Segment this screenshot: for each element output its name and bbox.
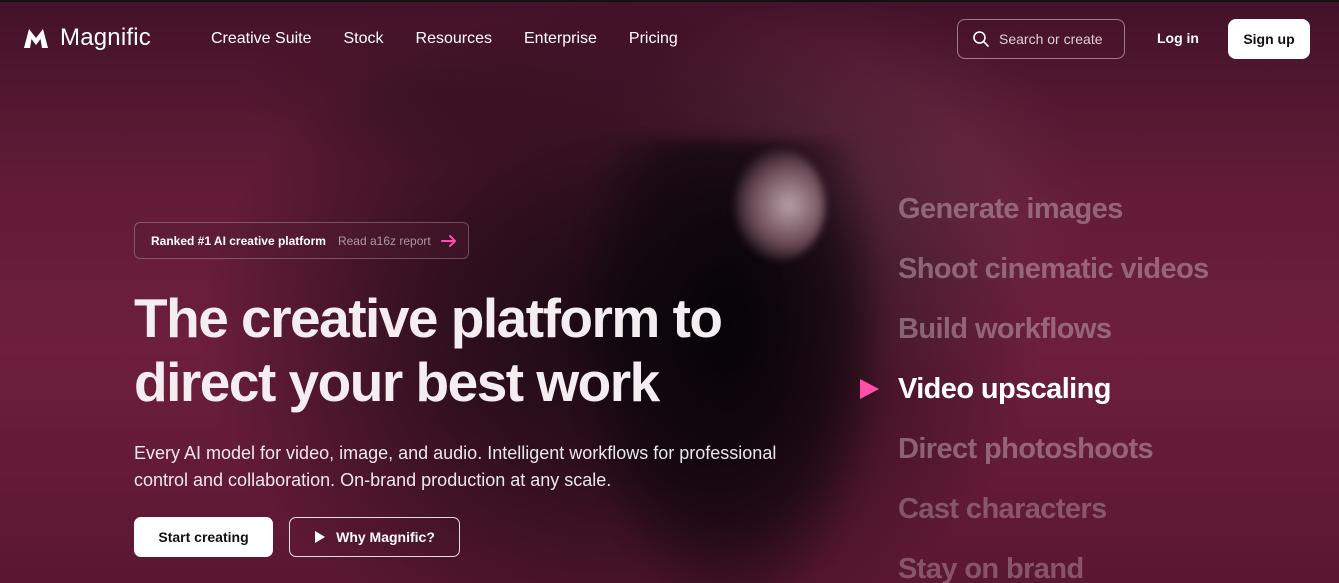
signup-button[interactable]: Sign up <box>1228 19 1310 59</box>
subtext-line-2: control and collaboration. On-brand prod… <box>134 470 612 490</box>
feature-item-build-workflows[interactable]: Build workflows <box>898 310 1318 370</box>
headline-line-2: direct your best work <box>134 351 660 413</box>
start-creating-button[interactable]: Start creating <box>134 517 273 557</box>
nav-link-enterprise[interactable]: Enterprise <box>524 30 597 48</box>
feature-item-stay-on-brand[interactable]: Stay on brand <box>898 550 1318 583</box>
play-triangle-icon <box>860 379 879 399</box>
badge-report-link[interactable]: Read a16z report <box>338 234 431 248</box>
hero-subtext: Every AI model for video, image, and aud… <box>134 440 814 494</box>
top-navigation: Magnific Creative Suite Stock Resources … <box>0 2 1339 76</box>
feature-list: Generate images Shoot cinematic videos B… <box>898 190 1318 583</box>
ranking-badge[interactable]: Ranked #1 AI creative platform Read a16z… <box>134 222 469 259</box>
feature-item-cast-characters[interactable]: Cast characters <box>898 490 1318 550</box>
feature-item-direct-photoshoots[interactable]: Direct photoshoots <box>898 430 1318 490</box>
search-icon <box>973 31 989 47</box>
subtext-line-1: Every AI model for video, image, and aud… <box>134 443 777 463</box>
feature-item-shoot-cinematic-videos[interactable]: Shoot cinematic videos <box>898 250 1318 310</box>
arrow-right-icon <box>440 234 456 247</box>
search-input[interactable]: Search or create <box>957 19 1125 59</box>
feature-item-video-upscaling[interactable]: Video upscaling <box>898 370 1318 430</box>
hero-section: Ranked #1 AI creative platform Read a16z… <box>0 0 1339 583</box>
login-link[interactable]: Log in <box>1157 30 1199 46</box>
nav-link-stock[interactable]: Stock <box>344 30 384 48</box>
logo[interactable]: Magnific <box>22 24 151 52</box>
headline-line-1: The creative platform to <box>134 287 723 349</box>
feature-item-generate-images[interactable]: Generate images <box>898 190 1318 250</box>
magnific-logo-icon <box>24 29 48 48</box>
play-icon <box>315 531 326 543</box>
nav-link-pricing[interactable]: Pricing <box>629 30 678 48</box>
top-border <box>0 0 1339 2</box>
why-magnific-button[interactable]: Why Magnific? <box>289 517 460 557</box>
badge-text: Ranked #1 AI creative platform <box>151 233 326 248</box>
why-magnific-label: Why Magnific? <box>336 529 435 545</box>
nav-links: Creative Suite Stock Resources Enterpris… <box>211 30 678 48</box>
nav-link-resources[interactable]: Resources <box>416 30 492 48</box>
nav-link-creative-suite[interactable]: Creative Suite <box>211 30 312 48</box>
search-placeholder: Search or create <box>999 31 1103 47</box>
hero-headline: The creative platform to direct your bes… <box>134 286 834 414</box>
brand-name: Magnific <box>60 24 151 51</box>
